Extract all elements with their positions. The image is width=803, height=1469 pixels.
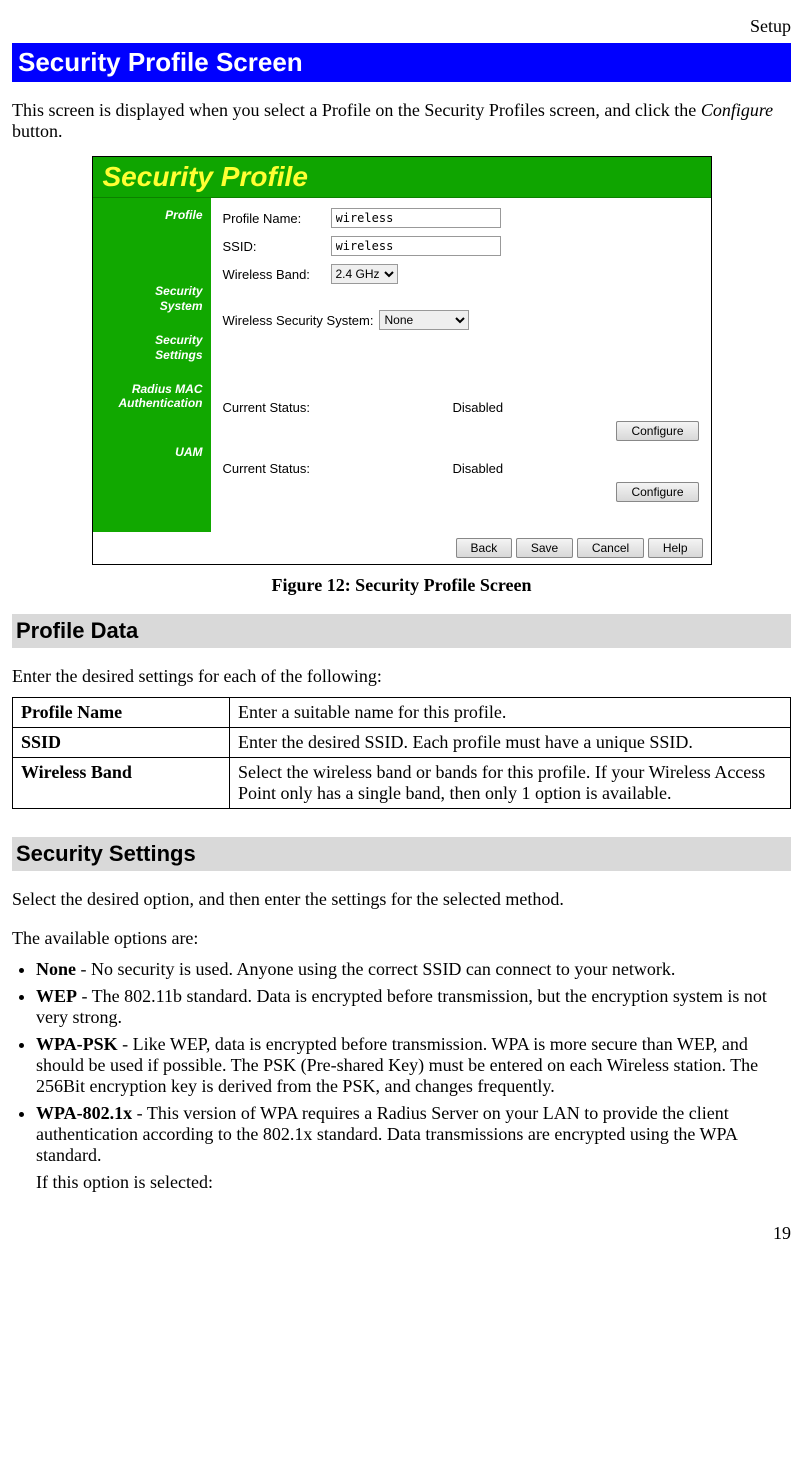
intro-text: This screen is displayed when you select… bbox=[12, 100, 701, 120]
security-profile-screenshot: Security Profile Profile Security System… bbox=[92, 156, 712, 565]
row-key: Wireless Band bbox=[13, 758, 230, 809]
row-val: Enter the desired SSID. Each profile mus… bbox=[230, 728, 791, 758]
intro-text-tail: button. bbox=[12, 121, 63, 141]
sidebar-text: Settings bbox=[155, 348, 202, 362]
option-label: WPA-PSK bbox=[36, 1034, 118, 1054]
uam-status-label: Current Status: bbox=[223, 461, 453, 476]
row-val: Select the wireless band or bands for th… bbox=[230, 758, 791, 809]
option-sub: If this option is selected: bbox=[36, 1172, 791, 1193]
uam-status-value: Disabled bbox=[453, 461, 504, 476]
profile-name-input[interactable] bbox=[331, 208, 501, 228]
table-row: Wireless Band Select the wireless band o… bbox=[13, 758, 791, 809]
screenshot-panel: Profile Name: SSID: Wireless Band: 2.4 G… bbox=[211, 198, 711, 532]
radius-status-value: Disabled bbox=[453, 400, 504, 415]
option-label: WPA-802.1x bbox=[36, 1103, 132, 1123]
cancel-button[interactable]: Cancel bbox=[577, 538, 644, 558]
page-header: Setup bbox=[12, 16, 791, 37]
sidebar-text: System bbox=[160, 299, 203, 313]
security-options-list: None - No security is used. Anyone using… bbox=[36, 959, 791, 1193]
radius-status-label: Current Status: bbox=[223, 400, 453, 415]
uam-configure-button[interactable]: Configure bbox=[616, 482, 698, 502]
sidebar-uam: UAM bbox=[101, 445, 203, 459]
list-item: WEP - The 802.11b standard. Data is encr… bbox=[36, 986, 791, 1028]
ssid-label: SSID: bbox=[223, 239, 331, 254]
table-row: SSID Enter the desired SSID. Each profil… bbox=[13, 728, 791, 758]
screenshot-title: Security Profile bbox=[93, 157, 711, 198]
list-item: None - No security is used. Anyone using… bbox=[36, 959, 791, 980]
row-key: SSID bbox=[13, 728, 230, 758]
save-button[interactable]: Save bbox=[516, 538, 573, 558]
screenshot-button-bar: Back Save Cancel Help bbox=[93, 532, 711, 564]
table-row: Profile Name Enter a suitable name for t… bbox=[13, 698, 791, 728]
sidebar-text: Authentication bbox=[119, 396, 203, 410]
profile-data-heading: Profile Data bbox=[12, 614, 791, 648]
band-select[interactable]: 2.4 GHz bbox=[331, 264, 398, 284]
row-val: Enter a suitable name for this profile. bbox=[230, 698, 791, 728]
screenshot-sidebar: Profile Security System Security Setting… bbox=[93, 198, 211, 532]
option-text: - The 802.11b standard. Data is encrypte… bbox=[36, 986, 767, 1027]
sidebar-security-settings: Security Settings bbox=[101, 333, 203, 362]
row-key: Profile Name bbox=[13, 698, 230, 728]
page-title: Security Profile Screen bbox=[12, 43, 791, 82]
security-settings-intro1: Select the desired option, and then ente… bbox=[12, 889, 791, 910]
sidebar-security-system: Security System bbox=[101, 284, 203, 313]
intro-configure-word: Configure bbox=[701, 100, 773, 120]
option-text: - Like WEP, data is encrypted before tra… bbox=[36, 1034, 758, 1096]
security-settings-heading: Security Settings bbox=[12, 837, 791, 871]
profile-name-label: Profile Name: bbox=[223, 211, 331, 226]
profile-data-intro: Enter the desired settings for each of t… bbox=[12, 666, 791, 687]
band-label: Wireless Band: bbox=[223, 267, 331, 282]
page-number: 19 bbox=[12, 1223, 791, 1244]
ssid-input[interactable] bbox=[331, 236, 501, 256]
back-button[interactable]: Back bbox=[456, 538, 513, 558]
option-label: WEP bbox=[36, 986, 77, 1006]
security-settings-intro2: The available options are: bbox=[12, 928, 791, 949]
sidebar-text: Radius MAC bbox=[132, 382, 203, 396]
figure-caption: Figure 12: Security Profile Screen bbox=[12, 575, 791, 596]
list-item: WPA-802.1x - This version of WPA require… bbox=[36, 1103, 791, 1193]
sidebar-text: Security bbox=[155, 333, 202, 347]
sidebar-radius: Radius MAC Authentication bbox=[101, 382, 203, 411]
sidebar-text: Security bbox=[155, 284, 202, 298]
option-label: None bbox=[36, 959, 76, 979]
intro-paragraph: This screen is displayed when you select… bbox=[12, 100, 791, 142]
radius-configure-button[interactable]: Configure bbox=[616, 421, 698, 441]
help-button[interactable]: Help bbox=[648, 538, 703, 558]
security-system-label: Wireless Security System: bbox=[223, 313, 374, 328]
option-text: - No security is used. Anyone using the … bbox=[76, 959, 675, 979]
list-item: WPA-PSK - Like WEP, data is encrypted be… bbox=[36, 1034, 791, 1097]
profile-data-table: Profile Name Enter a suitable name for t… bbox=[12, 697, 791, 809]
option-text: - This version of WPA requires a Radius … bbox=[36, 1103, 737, 1165]
security-system-select[interactable]: None bbox=[379, 310, 469, 330]
sidebar-profile: Profile bbox=[101, 208, 203, 222]
